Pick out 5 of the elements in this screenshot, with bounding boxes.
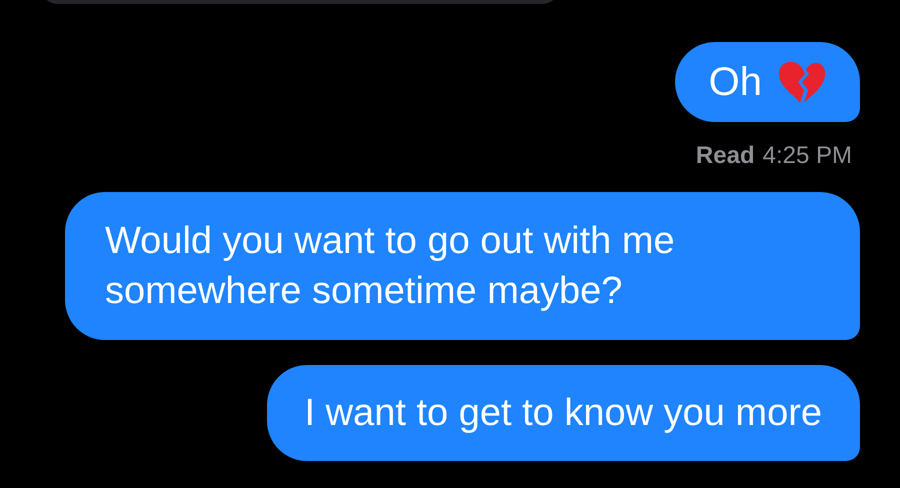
read-receipt-label: Read — [696, 142, 755, 170]
message-bubble: I want to get to know you more — [266, 365, 860, 461]
message-bubble: Would you want to go out with me somewhere sometime maybe? — [65, 192, 860, 340]
message-bubble: Oh — [674, 42, 860, 122]
timestamp: 4:25 PM — [762, 142, 852, 170]
